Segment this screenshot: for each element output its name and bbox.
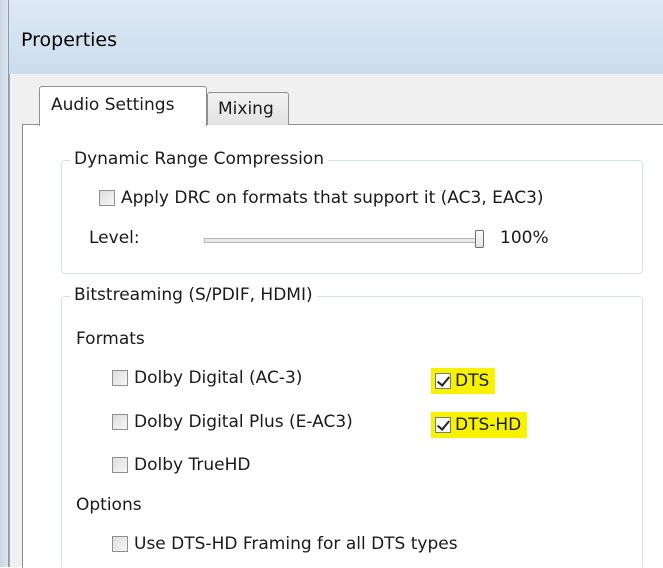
drc-group-legend: Dynamic Range Compression: [70, 149, 328, 169]
dolby-digital-checkbox-box[interactable]: [112, 370, 128, 386]
dolby-truehd-checkbox[interactable]: Dolby TrueHD: [112, 455, 250, 475]
drc-level-value-text: 100%: [500, 228, 549, 248]
options-heading-text: Options: [76, 495, 142, 515]
dts-highlight: DTS: [431, 368, 496, 394]
formats-heading-text: Formats: [76, 329, 145, 349]
dolby-digital-plus-checkbox[interactable]: Dolby Digital Plus (E-AC3): [112, 412, 353, 432]
drc-level-value: 100%: [500, 228, 549, 248]
tab-mixing[interactable]: Mixing: [207, 92, 289, 125]
title-bar[interactable]: Properties: [9, 0, 663, 74]
dts-hd-framing-label: Use DTS-HD Framing for all DTS types: [134, 534, 458, 554]
dts-label: DTS: [455, 371, 490, 391]
dolby-digital-plus-label: Dolby Digital Plus (E-AC3): [134, 412, 353, 432]
drc-level-label: Level:: [89, 228, 140, 248]
dialog-client-area: Audio Settings Mixing Dynamic Range Comp…: [9, 74, 663, 568]
drc-apply-checkbox-box[interactable]: [99, 190, 115, 206]
tab-audio-settings[interactable]: Audio Settings: [39, 86, 207, 126]
drc-apply-checkbox[interactable]: Apply DRC on formats that support it (AC…: [99, 188, 544, 208]
dolby-truehd-label: Dolby TrueHD: [134, 455, 251, 475]
options-heading: Options: [76, 495, 142, 515]
dts-hd-highlight: DTS-HD: [431, 412, 528, 438]
dts-hd-checkbox-box[interactable]: [435, 417, 451, 433]
dts-hd-label: DTS-HD: [455, 415, 522, 435]
dolby-digital-label: Dolby Digital (AC-3): [134, 368, 303, 388]
formats-heading: Formats: [76, 329, 145, 349]
drc-level-slider-thumb[interactable]: [475, 230, 484, 248]
dts-hd-framing-checkbox-box[interactable]: [112, 536, 128, 552]
dts-checkbox[interactable]: DTS: [431, 368, 496, 394]
background-window-edge: [0, 0, 9, 567]
drc-level-label-text: Level:: [89, 228, 140, 248]
bitstreaming-group-legend: Bitstreaming (S/PDIF, HDMI): [70, 285, 317, 305]
window-title: Properties: [21, 29, 118, 51]
dts-hd-checkbox[interactable]: DTS-HD: [431, 412, 528, 438]
properties-dialog: Properties Audio Settings Mixing Dynamic…: [9, 0, 663, 568]
dolby-truehd-checkbox-box[interactable]: [112, 457, 128, 473]
dolby-digital-plus-checkbox-box[interactable]: [112, 414, 128, 430]
drc-level-slider-track[interactable]: [204, 238, 478, 243]
dts-checkbox-box[interactable]: [435, 373, 451, 389]
drc-group: Dynamic Range Compression: [61, 149, 643, 274]
dts-hd-framing-checkbox[interactable]: Use DTS-HD Framing for all DTS types: [112, 534, 458, 554]
drc-apply-label: Apply DRC on formats that support it (AC…: [121, 188, 544, 208]
dolby-digital-checkbox[interactable]: Dolby Digital (AC-3): [112, 368, 302, 388]
